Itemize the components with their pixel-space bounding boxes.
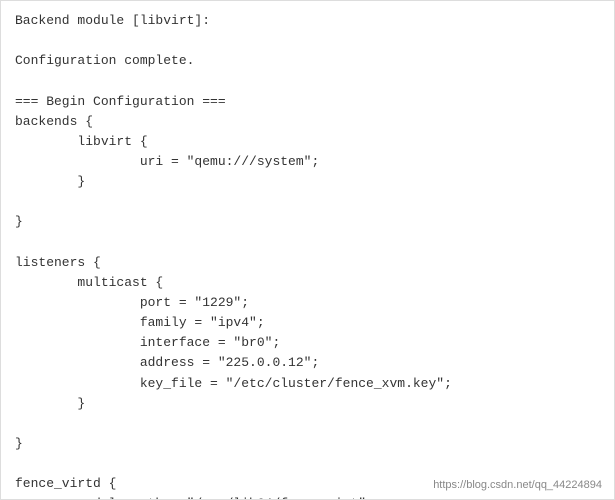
- code-content: Backend module [libvirt]: Configuration …: [15, 11, 600, 500]
- terminal-window: Backend module [libvirt]: Configuration …: [0, 0, 615, 500]
- watermark: https://blog.csdn.net/qq_44224894: [433, 479, 602, 491]
